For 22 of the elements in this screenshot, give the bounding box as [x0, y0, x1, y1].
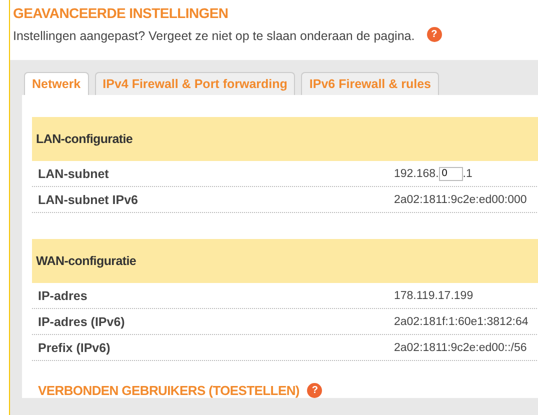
field-label: IP-adres — [37, 288, 88, 302]
ip-prefix: 192.168. — [394, 168, 439, 180]
help-icon[interactable]: ? — [307, 383, 322, 398]
section-title: VERBONDEN GEBRUIKERS (TOESTELLEN) — [38, 383, 300, 398]
octet-input[interactable]: 0 — [438, 166, 463, 180]
field-label: LAN-subnet IPv6 — [37, 192, 140, 206]
section-header: LAN-configuratie — [32, 117, 538, 161]
field-label: LAN-subnet — [37, 166, 110, 180]
field-value: 2a02:1811:9c2e:ed00:000 — [394, 194, 527, 206]
ip-suffix: .1 — [462, 168, 472, 180]
tab[interactable]: IPv4 Firewall & Port forwarding — [94, 72, 296, 95]
field-value: 178.119.17.199 — [394, 290, 474, 302]
page-title: GEAVANCEERDE INSTELLINGEN — [13, 5, 230, 21]
section-header: WAN-configuratie — [32, 239, 538, 283]
field-label: Prefix (IPv6) — [37, 340, 112, 354]
field-value: 2a02:181f:1:60e1:3812:64 — [394, 316, 528, 328]
tab[interactable]: IPv6 Firewall & rules — [301, 72, 439, 95]
field-value: 2a02:1811:9c2e:ed00::/56 — [394, 342, 527, 354]
help-icon[interactable]: ? — [426, 27, 442, 42]
tab[interactable]: Netwerk — [24, 72, 89, 95]
field-label: IP-adres (IPv6) — [37, 314, 126, 328]
instruction-text: Instellingen aangepast? Vergeet ze niet op te slaan onderaan de pagina. — [13, 29, 415, 43]
